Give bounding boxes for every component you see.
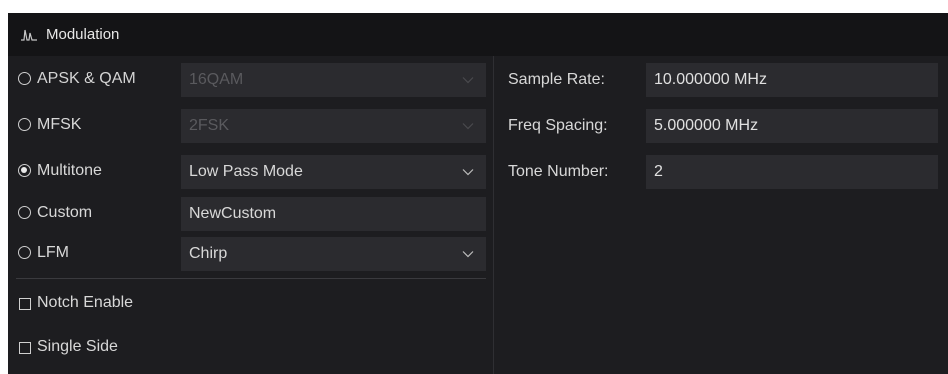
- radio-apsk-qam[interactable]: [18, 72, 31, 85]
- mode-row-mfsk: MFSK 2FSK: [8, 108, 488, 144]
- apsk-qam-select-value: 16QAM: [189, 71, 244, 88]
- option-notch-enable: Notch Enable: [8, 286, 488, 322]
- chevron-down-icon: [462, 123, 474, 130]
- single-side-checkbox[interactable]: [19, 342, 31, 354]
- mode-row-lfm: LFM Chirp: [8, 236, 488, 272]
- freq-spacing-input[interactable]: 5.000000 MHz: [646, 109, 938, 143]
- mfsk-select: 2FSK: [181, 109, 486, 143]
- mfsk-select-value: 2FSK: [189, 117, 230, 134]
- lfm-select[interactable]: Chirp: [181, 237, 486, 271]
- radio-label-custom[interactable]: Custom: [37, 204, 92, 222]
- property-tone-number: Tone Number: 2: [498, 155, 948, 189]
- single-side-label[interactable]: Single Side: [37, 338, 118, 356]
- modulation-icon: [21, 29, 37, 41]
- radio-multitone[interactable]: [18, 164, 31, 177]
- panel-titlebar: Modulation: [8, 13, 948, 56]
- radio-label-lfm[interactable]: LFM: [37, 244, 69, 262]
- chevron-down-icon[interactable]: [462, 250, 474, 258]
- radio-mfsk[interactable]: [18, 118, 31, 131]
- multitone-mode-select[interactable]: Low Pass Mode: [181, 155, 486, 189]
- sample-rate-label: Sample Rate:: [508, 71, 605, 88]
- radio-label-multitone[interactable]: Multitone: [37, 162, 102, 180]
- tone-number-input[interactable]: 2: [646, 155, 938, 189]
- freq-spacing-label: Freq Spacing:: [508, 117, 608, 134]
- notch-enable-checkbox[interactable]: [19, 298, 31, 310]
- apsk-qam-select: 16QAM: [181, 63, 486, 97]
- mode-row-apsk-qam: APSK & QAM 16QAM: [8, 62, 488, 98]
- section-divider: [16, 278, 486, 279]
- panel-title: Modulation: [46, 26, 120, 43]
- notch-enable-label[interactable]: Notch Enable: [37, 294, 133, 312]
- sample-rate-input[interactable]: 10.000000 MHz: [646, 63, 938, 97]
- chevron-down-icon[interactable]: [462, 168, 474, 176]
- radio-lfm[interactable]: [18, 246, 31, 259]
- chevron-down-icon: [462, 77, 474, 84]
- tone-number-label: Tone Number:: [508, 163, 609, 180]
- radio-label-mfsk[interactable]: MFSK: [37, 116, 81, 134]
- column-divider: [493, 56, 494, 374]
- property-sample-rate: Sample Rate: 10.000000 MHz: [498, 63, 948, 97]
- mode-row-multitone: Multitone Low Pass Mode: [8, 154, 488, 190]
- custom-name-input[interactable]: NewCustom: [181, 197, 486, 231]
- mode-row-custom: Custom NewCustom: [8, 196, 488, 232]
- lfm-select-value: Chirp: [189, 245, 228, 262]
- radio-custom[interactable]: [18, 206, 31, 219]
- multitone-select-value: Low Pass Mode: [189, 163, 303, 180]
- modulation-panel: Modulation APSK & QAM 16QAM MFSK 2FSK Mu…: [8, 13, 948, 374]
- property-freq-spacing: Freq Spacing: 5.000000 MHz: [498, 109, 948, 143]
- radio-label-apsk-qam[interactable]: APSK & QAM: [37, 70, 136, 88]
- option-single-side: Single Side: [8, 330, 488, 366]
- custom-input-value: NewCustom: [189, 205, 277, 222]
